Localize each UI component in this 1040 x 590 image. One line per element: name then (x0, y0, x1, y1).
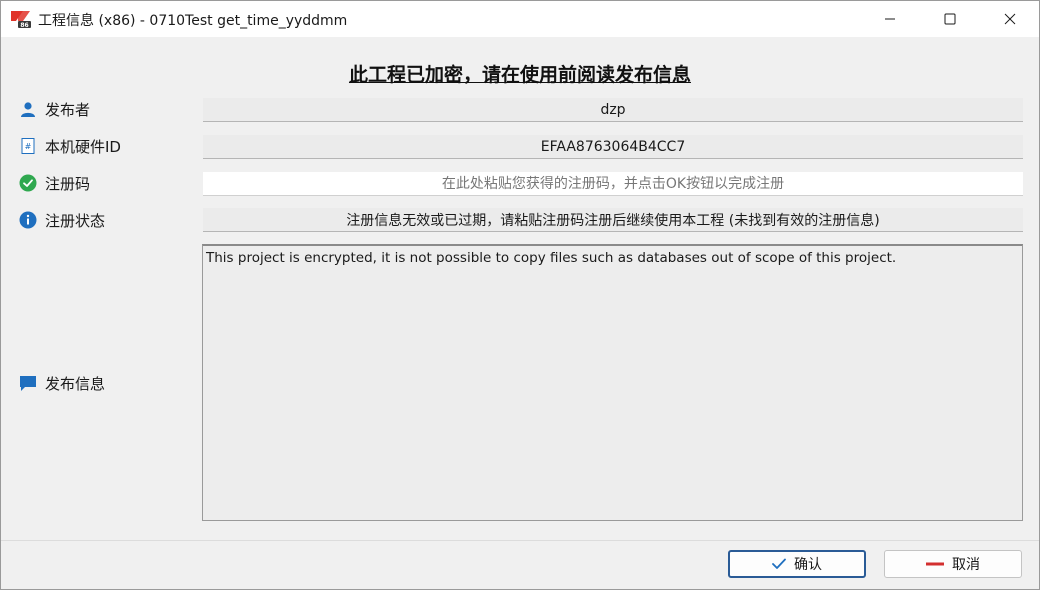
id-card-icon: # (19, 137, 37, 155)
cancel-button-label: 取消 (952, 557, 980, 573)
svg-text:86: 86 (20, 22, 28, 29)
chat-bubble-icon (19, 374, 37, 392)
release-info-label-row: 发布信息 (19, 371, 105, 395)
publisher-value: dzp (203, 98, 1023, 122)
publisher-label-row: 发布者 (19, 97, 90, 121)
reg-status-label-row: 注册状态 (19, 208, 105, 232)
close-icon (1004, 13, 1016, 25)
reg-code-input[interactable] (203, 172, 1023, 196)
hardware-id-label-row: # 本机硬件ID (19, 134, 121, 158)
maximize-button[interactable] (927, 1, 973, 37)
svg-text:#: # (25, 142, 32, 151)
check-circle-icon (19, 174, 37, 192)
release-info-label: 发布信息 (45, 374, 106, 393)
project-info-window: 86 工程信息 (x86) - 0710Test get_time_yyddmm… (0, 0, 1040, 590)
info-circle-icon (19, 211, 37, 229)
footer-divider (1, 540, 1039, 541)
maximize-icon (944, 13, 956, 25)
minimize-icon (885, 18, 895, 20)
ok-button[interactable]: 确认 (728, 550, 866, 578)
ok-button-label: 确认 (794, 557, 822, 573)
cancel-button[interactable]: 取消 (884, 550, 1022, 578)
app-logo-icon: 86 (11, 11, 31, 29)
hardware-id-value: EFAA8763064B4CC7 (203, 135, 1023, 159)
reg-code-label: 注册码 (45, 174, 91, 193)
release-info-text[interactable]: This project is encrypted, it is not pos… (202, 244, 1023, 521)
title-bar[interactable]: 86 工程信息 (x86) - 0710Test get_time_yyddmm (1, 1, 1039, 37)
reg-code-label-row: 注册码 (19, 171, 90, 195)
minimize-button[interactable] (867, 1, 913, 37)
publisher-label: 发布者 (45, 100, 91, 119)
reg-status-label: 注册状态 (45, 211, 106, 230)
close-button[interactable] (987, 1, 1033, 37)
reg-status-value: 注册信息无效或已过期，请粘贴注册码注册后继续使用本工程 (未找到有效的注册信息) (203, 208, 1023, 232)
user-icon (19, 100, 37, 118)
window-title: 工程信息 (x86) - 0710Test get_time_yyddmm (38, 13, 348, 29)
checkmark-icon (772, 558, 786, 570)
page-heading: 此工程已加密，请在使用前阅读发布信息 (348, 64, 691, 86)
minus-icon (926, 561, 944, 567)
hardware-id-label: 本机硬件ID (45, 137, 121, 156)
